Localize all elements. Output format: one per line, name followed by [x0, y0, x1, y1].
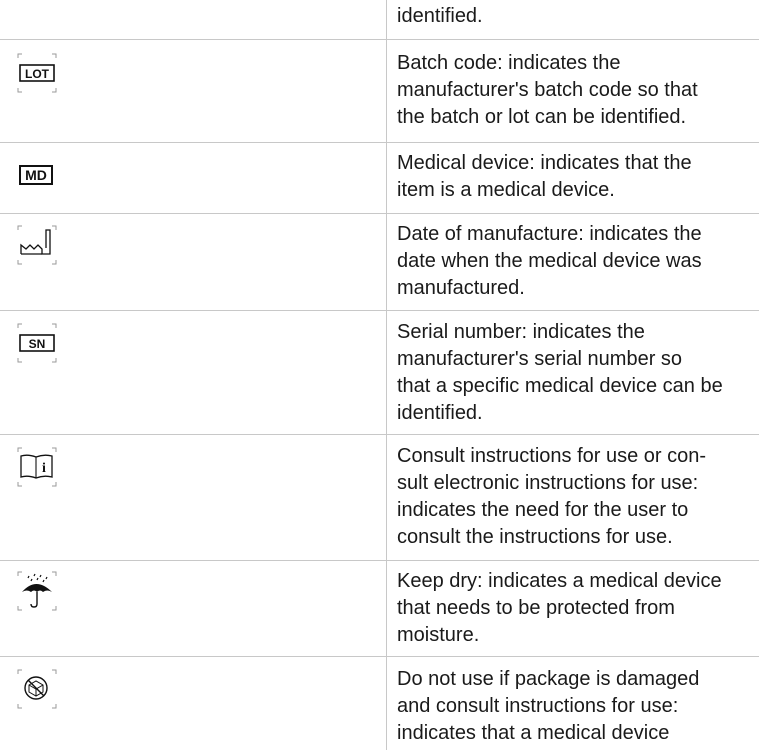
sn-icon: SN [17, 323, 57, 363]
description-line: manufacturer's batch code so that [397, 79, 698, 101]
umbrella-icon [17, 571, 57, 611]
row-divider [0, 142, 759, 143]
description-line: identified. [397, 5, 483, 27]
row-divider [0, 310, 759, 311]
description-line: Do not use if package is damaged [397, 668, 700, 690]
description-line: that needs to be protected from [397, 597, 675, 619]
serial-number-symbol: SN [16, 322, 58, 364]
description-line: the batch or lot can be identified. [397, 106, 687, 128]
lot-icon-text: LOT [25, 67, 50, 81]
keep-dry-symbol [16, 570, 58, 612]
row-keep-dry-description: Keep dry: indicates a medical device tha… [397, 568, 747, 649]
consult-instructions-symbol: i [16, 446, 58, 488]
description-line: that a specific medical device can be [397, 375, 723, 397]
damaged-package-symbol [16, 668, 58, 710]
lot-symbol: LOT [16, 52, 58, 94]
row-do-not-use-damaged-description: Do not use if package is damaged and con… [397, 666, 747, 747]
row-consult-instructions-description: Consult instructions for use or con- sul… [397, 443, 747, 551]
description-line: date when the medical device was [397, 250, 702, 272]
description-line: moisture. [397, 624, 480, 646]
row-divider [0, 560, 759, 561]
description-line: Keep dry: indicates a medical device [397, 570, 722, 592]
description-line: Serial number: indicates the [397, 321, 645, 343]
md-icon-text: MD [25, 167, 47, 183]
description-line: item is a medical device. [397, 179, 615, 201]
description-line: Batch code: indicates the [397, 52, 621, 74]
md-symbol: MD [16, 155, 58, 197]
lot-icon: LOT [17, 53, 57, 93]
description-line: Consult instructions for use or con- [397, 445, 707, 467]
description-line: manufactured. [397, 277, 525, 299]
sn-icon-text: SN [29, 337, 46, 351]
row-serial-number-description: Serial number: indicates the manufacture… [397, 319, 747, 427]
factory-icon [17, 225, 57, 265]
book-info-icon-text: i [42, 461, 46, 476]
description-line: and consult instructions for use: [397, 695, 679, 717]
date-of-manufacture-symbol [16, 224, 58, 266]
damaged-package-icon [17, 669, 57, 709]
description-line: indicates that a medical device [397, 722, 670, 744]
description-line: sult electronic instructions for use: [397, 472, 699, 494]
row-date-of-manufacture-description: Date of manufacture: indicates the date … [397, 221, 747, 302]
description-line: identified. [397, 402, 483, 424]
description-line: consult the instructions for use. [397, 526, 673, 548]
row-medical-device-description: Medical device: indicates that the item … [397, 150, 747, 204]
row-batch-code-description: Batch code: indicates the manufacturer's… [397, 50, 747, 131]
row-divider [0, 213, 759, 214]
column-divider [386, 0, 387, 750]
symbols-table: identified. LOT Batch code: indicates th… [0, 0, 759, 750]
md-icon: MD [19, 165, 53, 185]
row-divider [0, 434, 759, 435]
description-line: manufacturer's serial number so [397, 348, 683, 370]
book-info-icon: i [17, 447, 57, 487]
row-divider [0, 656, 759, 657]
row-continuation-description: identified. [397, 3, 747, 30]
description-line: indicates the need for the user to [397, 499, 689, 521]
description-line: Medical device: indicates that the [397, 152, 692, 174]
description-line: Date of manufacture: indicates the [397, 223, 702, 245]
row-divider [0, 39, 759, 40]
